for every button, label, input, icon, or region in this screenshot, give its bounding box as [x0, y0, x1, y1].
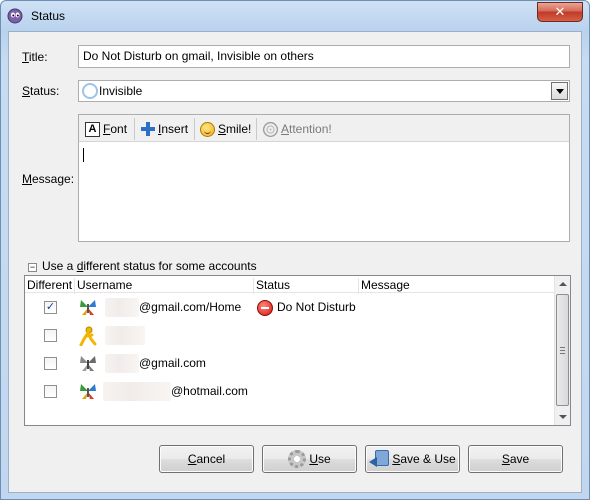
insert-button[interactable]: Insert — [141, 120, 188, 138]
gear-icon — [288, 450, 307, 468]
column-header-different[interactable]: Different — [27, 278, 72, 292]
attention-button[interactable]: Attention! — [263, 120, 332, 138]
collapse-toggle-icon[interactable]: − — [28, 263, 37, 272]
cancel-button[interactable]: Cancel — [159, 445, 254, 473]
scroll-down-arrow-icon[interactable] — [555, 408, 570, 425]
column-separator — [253, 278, 254, 294]
table-header: Different Username Status Message — [25, 276, 555, 294]
font-icon: A — [85, 121, 100, 137]
grip-icon — [560, 347, 565, 354]
smiley-icon — [200, 121, 215, 137]
table-row[interactable]: ✓ @gmail.com/Home Do Not Disturb — [25, 294, 555, 322]
title-input[interactable]: Do Not Disturb on gmail, Invisible on ot… — [78, 45, 570, 68]
different-checkbox[interactable] — [44, 329, 57, 342]
column-separator — [74, 278, 75, 294]
column-header-message[interactable]: Message — [361, 278, 410, 292]
different-checkbox[interactable] — [44, 357, 57, 370]
status-label: Status: — [22, 84, 60, 98]
status-selected-value: Invisible — [99, 84, 143, 98]
redacted-username — [103, 382, 171, 401]
close-button[interactable]: ✕ — [537, 2, 583, 22]
do-not-disturb-icon — [257, 300, 273, 316]
status-dropdown[interactable]: Invisible — [78, 80, 570, 102]
toolbar-separator — [256, 118, 257, 140]
message-label: Message: — [22, 172, 75, 186]
aim-running-man-icon — [79, 326, 97, 346]
save-arrow-icon — [369, 450, 390, 468]
title-bar[interactable]: Status ✕ — [1, 1, 589, 31]
account-username: @gmail.com/Home — [139, 300, 242, 314]
redacted-username — [105, 326, 145, 345]
scroll-up-arrow-icon[interactable] — [555, 276, 570, 293]
save-button[interactable]: Save — [468, 445, 563, 473]
account-username: @gmail.com — [139, 356, 206, 370]
dropdown-arrow-icon[interactable] — [551, 82, 568, 100]
scrollbar-thumb[interactable] — [556, 294, 569, 406]
accounts-scrollbar[interactable] — [554, 276, 570, 425]
table-row[interactable] — [25, 322, 555, 350]
redacted-username — [105, 354, 139, 373]
table-row[interactable]: @gmail.com — [25, 350, 555, 378]
status-dialog-window: Status ✕ Title: Do Not Disturb on gmail,… — [0, 0, 590, 500]
accounts-table: Different Username Status Message ✓ @gma… — [24, 275, 571, 426]
different-checkbox[interactable]: ✓ — [44, 301, 57, 314]
column-header-status[interactable]: Status — [256, 278, 290, 292]
toolbar-separator — [194, 118, 195, 140]
title-label: Title: — [22, 50, 48, 64]
text-caret — [83, 148, 84, 162]
attention-icon — [263, 121, 278, 137]
different-checkbox[interactable] — [44, 385, 57, 398]
redacted-username — [105, 298, 139, 317]
invisible-status-icon — [82, 83, 98, 99]
use-button[interactable]: Use — [262, 445, 357, 473]
account-username: @hotmail.com — [171, 384, 248, 398]
toolbar-separator — [134, 118, 135, 140]
column-header-username[interactable]: Username — [77, 278, 132, 292]
msn-butterfly-icon — [80, 384, 96, 399]
dialog-body: Title: Do Not Disturb on gmail, Invisibl… — [8, 31, 582, 493]
smile-button[interactable]: Smile! — [200, 120, 251, 138]
message-toolbar: A Font Insert Smile! Attention! — [79, 115, 569, 142]
account-status: Do Not Disturb — [277, 300, 356, 314]
column-separator — [358, 278, 359, 294]
gray-butterfly-icon — [80, 356, 96, 371]
pidgin-app-icon — [7, 8, 23, 24]
save-and-use-button[interactable]: Save & Use — [365, 445, 460, 473]
different-status-section-label: Use a different status for some accounts — [42, 259, 257, 273]
table-row[interactable]: @hotmail.com — [25, 378, 555, 406]
plus-icon — [141, 122, 155, 136]
font-button[interactable]: A Font — [85, 120, 127, 138]
message-editor[interactable]: A Font Insert Smile! Attention! — [78, 114, 570, 242]
window-title: Status — [31, 9, 66, 23]
msn-butterfly-icon — [80, 300, 96, 315]
